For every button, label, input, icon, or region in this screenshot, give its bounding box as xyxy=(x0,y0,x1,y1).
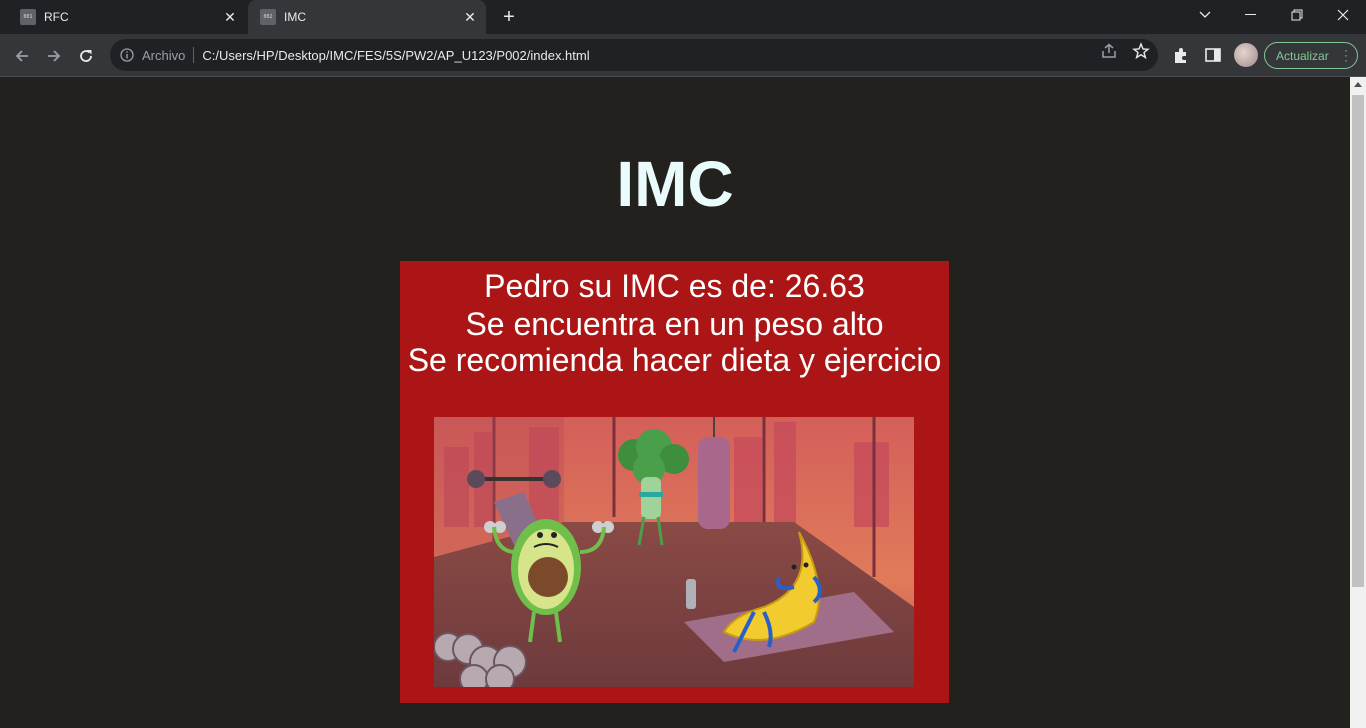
close-window-icon[interactable] xyxy=(1320,0,1366,30)
page-scrollbar[interactable] xyxy=(1350,77,1366,728)
more-icon[interactable]: · · · xyxy=(1344,44,1348,66)
star-icon[interactable] xyxy=(1132,42,1150,60)
side-panel-icon[interactable] xyxy=(1204,46,1222,64)
info-icon[interactable] xyxy=(120,48,134,62)
update-label: Actualizar xyxy=(1276,48,1329,63)
minimize-icon[interactable] xyxy=(1228,0,1274,30)
imc-result-text: Pedro su IMC es de: 26.63 xyxy=(484,268,865,304)
gym-illustration-image xyxy=(434,417,914,687)
scheme-label: Archivo xyxy=(142,47,186,63)
scrollbar-thumb[interactable] xyxy=(1352,95,1364,587)
page-content: IMC Pedro su IMC es de: 26.63 Se encuent… xyxy=(0,77,1350,728)
forward-icon[interactable] xyxy=(40,42,68,70)
recommendation-text: Se recomienda hacer dieta y ejercicio xyxy=(407,342,942,378)
divider xyxy=(193,47,195,63)
close-icon[interactable]: ✕ xyxy=(220,7,240,27)
tab-favicon: 001 xyxy=(20,9,36,25)
restore-icon[interactable] xyxy=(1274,0,1320,30)
back-icon[interactable] xyxy=(8,42,36,70)
update-button[interactable]: Actualizar · · · xyxy=(1264,42,1358,69)
tab-title: RFC xyxy=(44,10,69,24)
title-bar: 001 RFC ✕ 002 IMC ✕ + xyxy=(0,0,1366,34)
avatar[interactable] xyxy=(1234,43,1258,67)
scroll-up-icon[interactable] xyxy=(1354,82,1362,87)
weight-status-text: Se encuentra en un peso alto xyxy=(465,306,884,342)
result-box: Pedro su IMC es de: 26.63 Se encuentra e… xyxy=(400,261,949,703)
toolbar: Archivo C:/Users/HP/Desktop/IMC/FES/5S/P… xyxy=(0,34,1366,77)
share-icon[interactable] xyxy=(1100,42,1118,60)
tab-favicon: 002 xyxy=(260,9,276,25)
page-title: IMC xyxy=(616,148,734,220)
url-text[interactable]: C:/Users/HP/Desktop/IMC/FES/5S/PW2/AP_U1… xyxy=(202,48,589,63)
chevron-down-icon[interactable] xyxy=(1182,0,1228,30)
tab-rfc[interactable]: 001 RFC ✕ xyxy=(8,0,246,34)
new-tab-icon[interactable]: + xyxy=(498,6,520,28)
extensions-icon[interactable] xyxy=(1172,46,1190,64)
tab-title: IMC xyxy=(284,10,306,24)
address-bar[interactable]: Archivo C:/Users/HP/Desktop/IMC/FES/5S/P… xyxy=(110,39,1158,71)
reload-icon[interactable] xyxy=(72,42,100,70)
close-icon[interactable]: ✕ xyxy=(460,7,480,27)
tab-imc[interactable]: 002 IMC ✕ xyxy=(248,0,486,34)
